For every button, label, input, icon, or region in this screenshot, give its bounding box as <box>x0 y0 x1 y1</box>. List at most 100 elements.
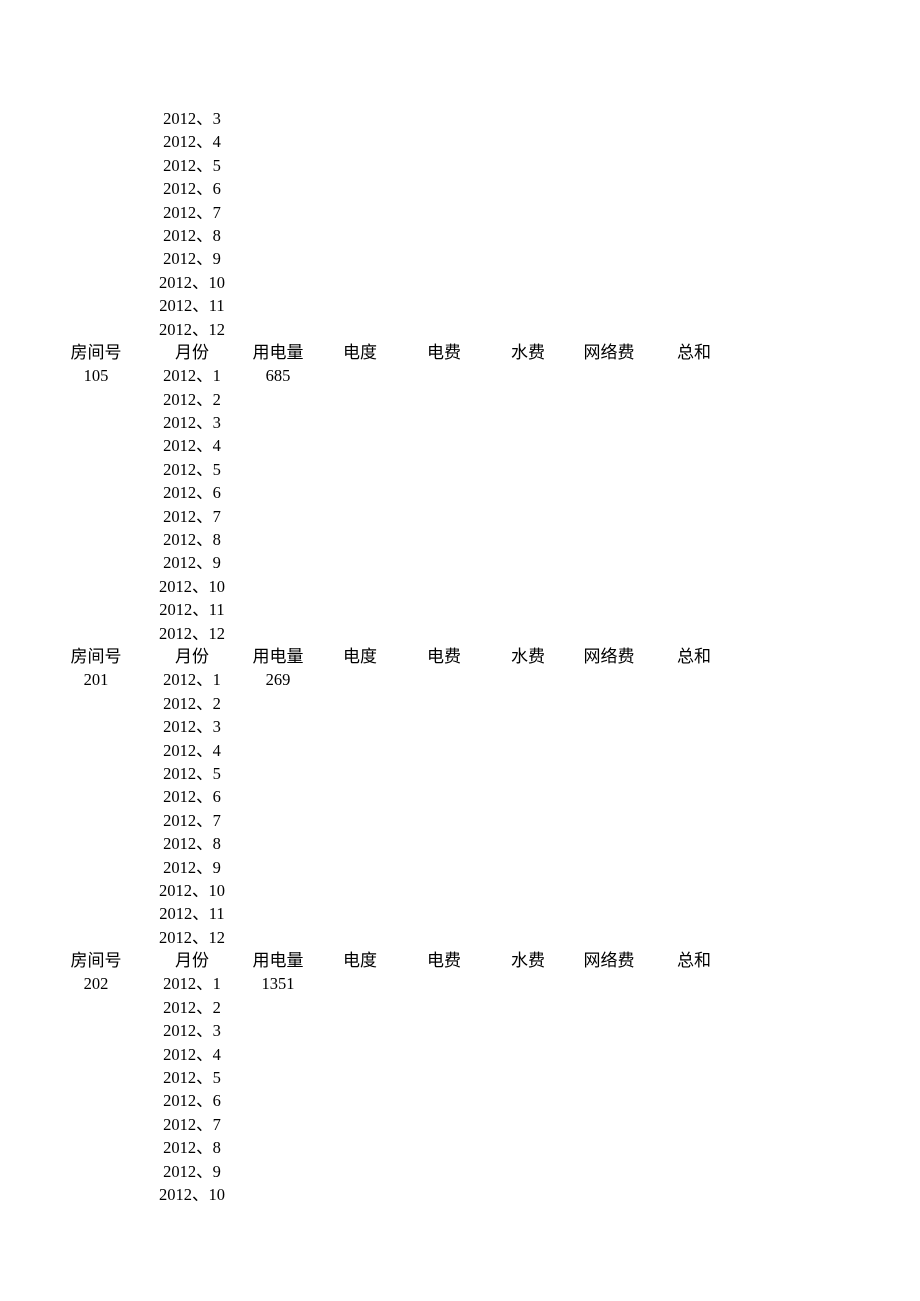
cell-month: 2012、1 <box>163 366 221 386</box>
column-header-room: 房间号 <box>70 951 122 971</box>
cell-month: 2012、11 <box>159 600 225 620</box>
column-header-usage: 用电量 <box>252 646 304 666</box>
cell-month: 2012、8 <box>163 225 221 245</box>
cell-month: 2012、11 <box>159 904 225 924</box>
cell-month: 2012、3 <box>163 1021 221 1041</box>
cell-month: 2012、6 <box>163 483 221 503</box>
cell-month: 2012、7 <box>163 1114 221 1134</box>
cell-month: 2012、4 <box>163 132 221 152</box>
page: 2012、3 2012、4 2012、5 2012、6 2012、7 2012、8 2012… <box>0 0 920 1301</box>
cell-month: 2012、3 <box>163 413 221 433</box>
cell-month: 2012、5 <box>163 1068 221 1088</box>
table-row: 2012、10 <box>0 575 920 598</box>
column-header-rate: 电度 <box>343 951 377 971</box>
cell-month: 2012、9 <box>163 1161 221 1181</box>
cell-month: 2012、7 <box>163 506 221 526</box>
column-header-water-fee: 水费 <box>511 646 545 666</box>
table-row: 2012、8 <box>0 528 920 551</box>
cell-month: 2012、4 <box>163 1044 221 1064</box>
table-row: 2012、3 <box>0 715 920 738</box>
cell-month: 2012、12 <box>159 927 225 947</box>
table-row: 2012、5 <box>0 154 920 177</box>
cell-month: 2012、10 <box>159 576 225 596</box>
column-header-room: 房间号 <box>70 646 122 666</box>
cell-month: 2012、4 <box>163 436 221 456</box>
cell-month: 2012、9 <box>163 249 221 269</box>
column-header-water-fee: 水费 <box>511 342 545 362</box>
table-row: 2012、4 <box>0 1043 920 1066</box>
table-row: 2012、10 <box>0 271 920 294</box>
cell-month: 2012、2 <box>163 389 221 409</box>
cell-month: 2012、9 <box>163 857 221 877</box>
table-row: 2012、10 <box>0 1183 920 1206</box>
table-row: 2012、8 <box>0 224 920 247</box>
cell-month: 2012、5 <box>163 155 221 175</box>
billing-table: 2012、3 2012、4 2012、5 2012、6 2012、7 2012、8 2012… <box>0 107 920 1206</box>
table-row: 2012、11 <box>0 598 920 621</box>
table-row: 2012、9 <box>0 247 920 270</box>
table-row: 2012、7 <box>0 1113 920 1136</box>
column-header-rate: 电度 <box>343 646 377 666</box>
column-header-rate: 电度 <box>343 342 377 362</box>
table-row: 2012、5 <box>0 458 920 481</box>
table-row: 2012、12 <box>0 318 920 341</box>
cell-month: 2012、6 <box>163 1091 221 1111</box>
cell-month: 2012、11 <box>159 296 225 316</box>
table-row: 2012、12 <box>0 926 920 949</box>
cell-month: 2012、6 <box>163 787 221 807</box>
cell-month: 2012、1 <box>163 670 221 690</box>
cell-month: 2012、1 <box>163 974 221 994</box>
cell-month: 2012、5 <box>163 459 221 479</box>
column-header-usage: 用电量 <box>252 342 304 362</box>
cell-month: 2012、3 <box>163 717 221 737</box>
table-row: 2012、3 <box>0 1019 920 1042</box>
table-header-row: 房间号 月份 用电量 电度 电费 水费 网络费 总和 <box>0 949 920 972</box>
table-row: 2012、6 <box>0 481 920 504</box>
table-row: 2012、5 <box>0 1066 920 1089</box>
cell-month: 2012、8 <box>163 530 221 550</box>
table-row: 2012、2 <box>0 692 920 715</box>
table-row: 2012、8 <box>0 1136 920 1159</box>
cell-usage: 269 <box>265 670 291 690</box>
column-header-total: 总和 <box>677 646 711 666</box>
cell-month: 2012、6 <box>163 179 221 199</box>
cell-usage: 1351 <box>261 974 295 994</box>
cell-month: 2012、2 <box>163 693 221 713</box>
column-header-network-fee: 网络费 <box>583 342 635 362</box>
cell-month: 2012、10 <box>159 880 225 900</box>
table-row: 2012、12 <box>0 622 920 645</box>
column-header-usage: 用电量 <box>252 951 304 971</box>
table-row: 2012、2 <box>0 996 920 1019</box>
table-row: 2012、4 <box>0 434 920 457</box>
cell-room: 202 <box>83 974 109 994</box>
table-header-row: 房间号 月份 用电量 电度 电费 水费 网络费 总和 <box>0 645 920 668</box>
cell-month: 2012、9 <box>163 553 221 573</box>
cell-month: 2012、2 <box>163 997 221 1017</box>
column-header-total: 总和 <box>677 951 711 971</box>
column-header-electric-fee: 电费 <box>427 951 461 971</box>
cell-month: 2012、10 <box>159 272 225 292</box>
cell-room: 201 <box>83 670 109 690</box>
cell-month: 2012、5 <box>163 763 221 783</box>
table-row: 2012、11 <box>0 902 920 925</box>
table-row: 2012、7 <box>0 505 920 528</box>
column-header-month: 月份 <box>175 951 209 971</box>
table-row: 2012、11 <box>0 294 920 317</box>
column-header-water-fee: 水费 <box>511 951 545 971</box>
column-header-month: 月份 <box>175 646 209 666</box>
table-row: 2012、4 <box>0 130 920 153</box>
table-row: 2012、3 <box>0 411 920 434</box>
column-header-total: 总和 <box>677 342 711 362</box>
table-row: 2012、9 <box>0 856 920 879</box>
cell-month: 2012、12 <box>159 623 225 643</box>
column-header-network-fee: 网络费 <box>583 646 635 666</box>
table-row: 2012、10 <box>0 879 920 902</box>
column-header-electric-fee: 电费 <box>427 646 461 666</box>
column-header-network-fee: 网络费 <box>583 951 635 971</box>
cell-month: 2012、10 <box>159 1184 225 1204</box>
table-row: 105 2012、1 685 <box>0 364 920 387</box>
cell-month: 2012、7 <box>163 810 221 830</box>
table-row: 2012、6 <box>0 177 920 200</box>
table-row: 2012、5 <box>0 762 920 785</box>
column-header-room: 房间号 <box>70 342 122 362</box>
